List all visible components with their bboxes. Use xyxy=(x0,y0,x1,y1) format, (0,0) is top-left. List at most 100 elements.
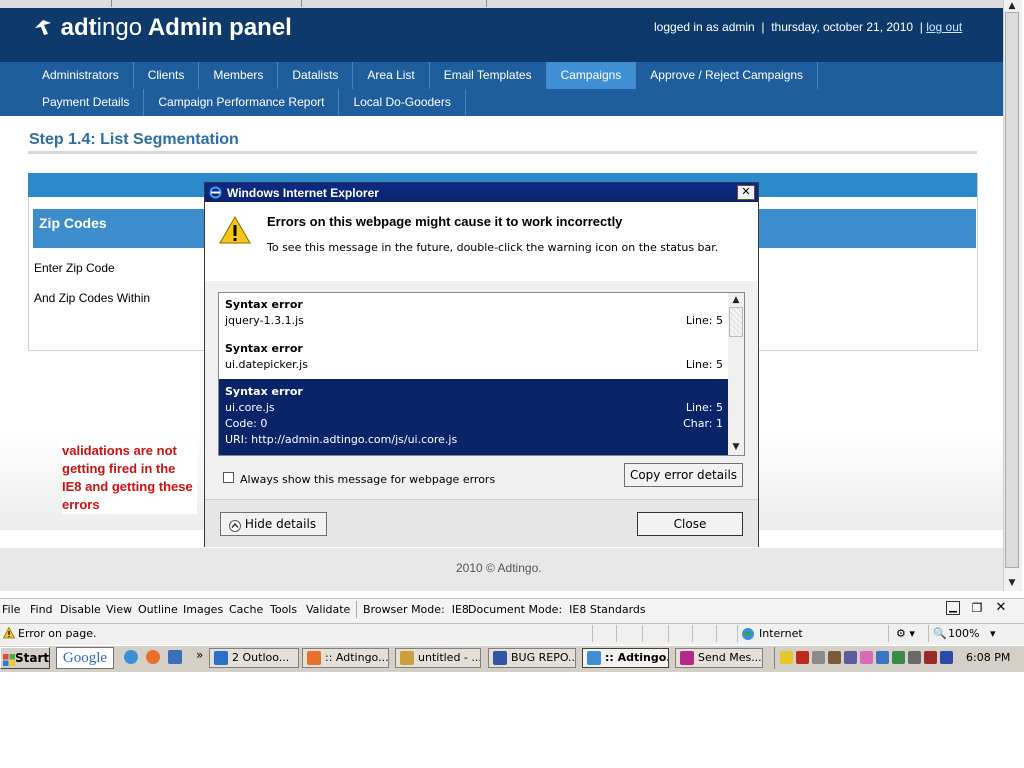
volume-icon[interactable] xyxy=(924,651,937,664)
copy-error-details-button[interactable]: Copy error details xyxy=(624,463,743,487)
status-divider xyxy=(616,625,617,642)
annotation-note: validations are not getting fired in the… xyxy=(62,442,197,514)
zoom-icon[interactable]: 🔍 xyxy=(933,627,947,640)
nav-item-payment-details[interactable]: Payment Details xyxy=(28,89,145,116)
list-scroll-up-icon[interactable]: ▲ xyxy=(729,294,743,306)
shield-icon[interactable] xyxy=(780,651,793,664)
error-title: Syntax error xyxy=(225,342,303,355)
zoom-level[interactable]: 100% xyxy=(948,627,979,640)
document-mode-selector[interactable]: Document Mode: IE8 Standards xyxy=(468,603,646,616)
ie-quicklaunch-icon[interactable] xyxy=(124,650,138,664)
error-line: Line: 5 xyxy=(685,314,723,327)
word-icon xyxy=(493,651,507,665)
error-item[interactable]: Syntax error jquery-1.3.1.js Line: 5 xyxy=(219,293,729,337)
clock[interactable]: 6:08 PM xyxy=(966,651,1010,664)
scroll-up-arrow-icon[interactable]: ▲ xyxy=(1005,0,1019,12)
tray-app-icon[interactable] xyxy=(908,651,921,664)
tray-app-icon[interactable] xyxy=(940,651,953,664)
tray-app-icon[interactable] xyxy=(860,651,873,664)
error-title: Syntax error xyxy=(225,385,303,398)
error-char: Char: 1 xyxy=(683,417,723,430)
error-uri: URI: http://admin.adtingo.com/js/ui.core… xyxy=(225,433,458,446)
dev-menu-file[interactable]: File xyxy=(2,603,20,616)
nav-item-clients[interactable]: Clients xyxy=(134,62,200,89)
nav-item-campaign-performance-report[interactable]: Campaign Performance Report xyxy=(144,89,340,116)
taskbar-item-ie-adtingo[interactable]: :: Adtingo... xyxy=(582,648,669,668)
nav-item-members[interactable]: Members xyxy=(199,62,279,89)
list-scroll-down-icon[interactable]: ▼ xyxy=(729,441,743,453)
dev-menu-view[interactable]: View xyxy=(106,603,132,616)
dev-menu-find[interactable]: Find xyxy=(30,603,53,616)
google-toolbar[interactable]: Google xyxy=(56,647,114,669)
dev-menu-outline[interactable]: Outline xyxy=(138,603,178,616)
error-item[interactable]: Syntax error ui.datepicker.js Line: 5 xyxy=(219,337,729,381)
tab-divider xyxy=(300,0,302,7)
messenger-icon xyxy=(680,651,694,665)
error-warning-icon[interactable] xyxy=(2,626,16,642)
dialog-close-icon[interactable]: ✕ xyxy=(737,185,755,200)
nav-item-administrators[interactable]: Administrators xyxy=(28,62,134,89)
logo-text-bold: adt xyxy=(60,14,97,41)
error-line: Line: 5 xyxy=(685,401,723,414)
nav-item-campaigns[interactable]: Campaigns xyxy=(546,62,637,89)
browser-mode-selector[interactable]: Browser Mode: IE8 xyxy=(363,603,469,616)
error-list[interactable]: Syntax error jquery-1.3.1.js Line: 5 Syn… xyxy=(218,292,745,456)
acrobat-icon[interactable] xyxy=(796,651,809,664)
nav-item-area-list[interactable]: Area List xyxy=(353,62,430,89)
close-button[interactable]: Close xyxy=(637,512,743,536)
start-button[interactable]: Start xyxy=(0,647,50,669)
ie-icon xyxy=(587,651,601,665)
dev-menu-disable[interactable]: Disable xyxy=(60,603,101,616)
taskbar-item-firefox-adtingo[interactable]: :: Adtingo... xyxy=(302,648,389,668)
nav-item-local-do-gooders[interactable]: Local Do-Gooders xyxy=(339,89,466,116)
hide-details-button[interactable]: Hide details xyxy=(220,512,327,536)
site-logo[interactable]: adtingo Admin panel xyxy=(32,14,292,42)
dialog-title: Windows Internet Explorer xyxy=(227,186,379,200)
tray-app-icon[interactable] xyxy=(844,651,857,664)
paint-icon xyxy=(400,651,414,665)
dev-menu-cache[interactable]: Cache xyxy=(229,603,263,616)
zoom-dropdown-icon[interactable]: ▾ xyxy=(990,627,996,640)
status-message[interactable]: Error on page. xyxy=(18,627,96,640)
minimize-icon[interactable]: ▁ xyxy=(946,601,960,615)
taskbar-item-send-message[interactable]: Send Mes... xyxy=(675,648,763,668)
error-code: Code: 0 xyxy=(225,417,268,430)
app-quicklaunch-icon[interactable] xyxy=(168,650,182,664)
dev-menu-validate[interactable]: Validate xyxy=(306,603,350,616)
page-scrollbar-thumb[interactable] xyxy=(1005,12,1019,568)
warning-icon xyxy=(219,215,251,247)
logo-text-rest: Admin panel xyxy=(142,14,292,41)
nav-row-1: Administrators Clients Members Datalists… xyxy=(28,62,819,89)
error-item-selected[interactable]: Syntax error ui.core.js Line: 5 Code: 0 … xyxy=(219,379,729,455)
task-label: Send Mes... xyxy=(698,651,762,664)
status-divider xyxy=(668,625,669,642)
tray-app-icon[interactable] xyxy=(828,651,841,664)
nav-item-email-templates[interactable]: Email Templates xyxy=(430,62,547,89)
protected-mode-icon[interactable]: ⚙ ▾ xyxy=(896,627,915,640)
nav-row-2: Payment Details Campaign Performance Rep… xyxy=(28,89,466,116)
taskbar-item-word-bug-report[interactable]: BUG REPO... xyxy=(488,648,576,668)
error-list-scrollbar-thumb[interactable] xyxy=(729,307,743,337)
network-icon[interactable] xyxy=(812,651,825,664)
close-toolbar-icon[interactable]: ✕ xyxy=(994,601,1008,615)
security-zone: Internet xyxy=(759,627,803,640)
zip-within-label: And Zip Codes Within xyxy=(34,291,151,305)
restore-icon[interactable]: ❐ xyxy=(970,601,984,615)
tray-app-icon[interactable] xyxy=(892,651,905,664)
taskbar-item-outlook[interactable]: 2 Outloo... xyxy=(209,648,299,668)
status-divider xyxy=(642,625,643,642)
scroll-down-arrow-icon[interactable]: ▼ xyxy=(1005,577,1019,589)
always-show-label[interactable]: Always show this message for webpage err… xyxy=(240,473,495,486)
nav-item-approve-reject-campaigns[interactable]: Approve / Reject Campaigns xyxy=(636,62,819,89)
quicklaunch-more-icon[interactable]: » xyxy=(196,648,203,662)
nav-item-datalists[interactable]: Datalists xyxy=(278,62,354,89)
error-title: Syntax error xyxy=(225,298,303,311)
logout-link[interactable]: log out xyxy=(926,20,962,34)
dev-menu-images[interactable]: Images xyxy=(183,603,223,616)
firefox-quicklaunch-icon[interactable] xyxy=(146,650,160,664)
dev-menu-tools[interactable]: Tools xyxy=(270,603,297,616)
always-show-checkbox[interactable] xyxy=(223,472,234,483)
tray-app-icon[interactable] xyxy=(876,651,889,664)
taskbar-item-paint[interactable]: untitled - ... xyxy=(395,648,481,668)
status-bar xyxy=(0,623,1024,646)
